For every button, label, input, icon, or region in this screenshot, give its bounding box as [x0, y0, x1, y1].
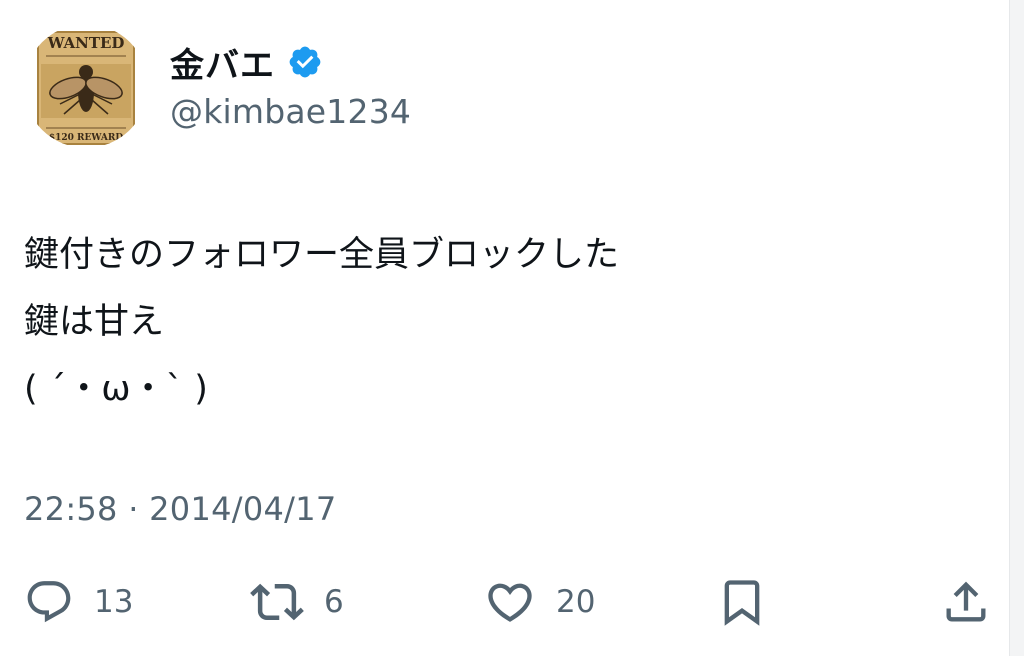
- tweet-timestamp[interactable]: 22:58 · 2014/04/17: [24, 490, 337, 528]
- svg-text:WANTED: WANTED: [47, 34, 125, 52]
- retweet-button[interactable]: 6: [250, 576, 344, 628]
- reply-button[interactable]: 13: [24, 576, 133, 628]
- avatar[interactable]: WANTED $120 REWARD: [24, 24, 148, 148]
- wanted-poster-fly-avatar: WANTED $120 REWARD: [24, 24, 148, 148]
- reply-count: 13: [94, 584, 134, 620]
- user-handle[interactable]: @kimbae1234: [170, 92, 411, 131]
- author-name-row[interactable]: 金バエ: [170, 38, 323, 87]
- share-button[interactable]: [940, 576, 992, 628]
- svg-text:$120 REWARD: $120 REWARD: [49, 133, 124, 143]
- retweet-icon: [250, 583, 304, 621]
- like-button[interactable]: 20: [484, 576, 595, 628]
- retweet-count: 6: [324, 584, 344, 620]
- tweet-line-1: 鍵付きのフォロワー全員ブロックした: [24, 235, 620, 275]
- tweet-line-3: ( ´・ω・` ): [24, 369, 208, 409]
- verified-badge-icon[interactable]: [287, 44, 323, 80]
- bookmark-button[interactable]: [716, 576, 768, 628]
- like-count: 20: [556, 584, 596, 620]
- reply-icon: [27, 581, 71, 623]
- heart-icon: [488, 583, 532, 622]
- tweet-line-2: 鍵は甘え: [24, 302, 165, 342]
- scrollbar-track[interactable]: [1009, 0, 1024, 656]
- display-name[interactable]: 金バエ: [170, 38, 275, 87]
- bookmark-icon: [724, 580, 760, 626]
- tweet-text: 鍵付きのフォロワー全員ブロックした 鍵は甘え ( ´・ω・` ): [24, 222, 984, 423]
- share-icon: [946, 581, 986, 622]
